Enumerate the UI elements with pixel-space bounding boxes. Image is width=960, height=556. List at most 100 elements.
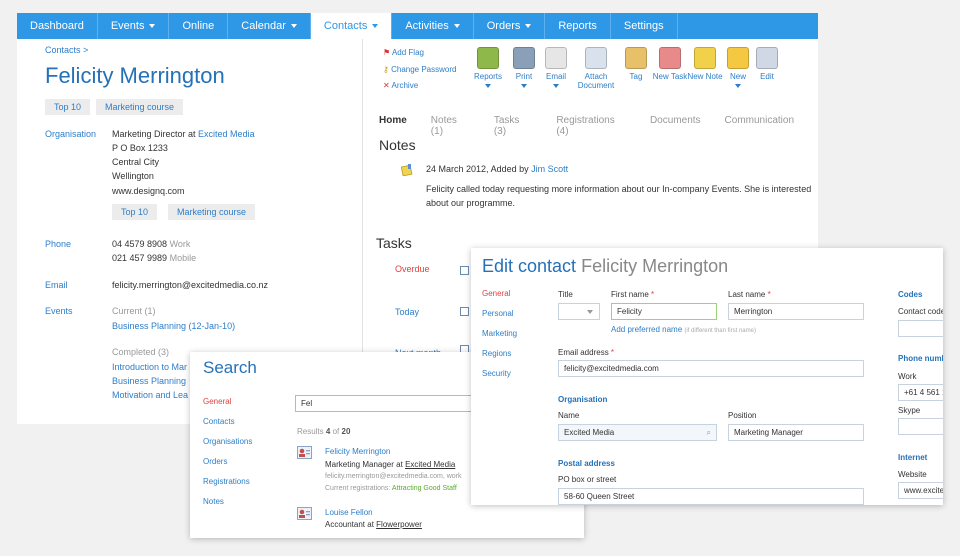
- po-field[interactable]: 58-60 Queen Street: [558, 488, 864, 505]
- search-side-orders[interactable]: Orders: [203, 457, 227, 466]
- search-input[interactable]: Fel: [295, 395, 475, 412]
- org-tag-top10[interactable]: Top 10: [112, 204, 158, 220]
- tab-documents[interactable]: Documents: [650, 115, 701, 137]
- result-name-link[interactable]: Louise Fellon: [325, 508, 373, 517]
- archive-label: Archive: [391, 81, 419, 90]
- task-checkbox[interactable]: [460, 307, 469, 316]
- first-name-label-text: First name: [611, 290, 649, 299]
- edit-side-general[interactable]: General: [482, 289, 510, 298]
- nav-contacts[interactable]: Contacts: [310, 13, 393, 39]
- tag-icon: [625, 47, 647, 69]
- results-of: of: [332, 427, 340, 436]
- first-name-field[interactable]: Felicity: [611, 303, 717, 320]
- organisation-heading: Organisation: [558, 395, 608, 404]
- attach-icon: [585, 47, 607, 69]
- search-side-registrations[interactable]: Registrations: [203, 477, 250, 486]
- result-reg-link[interactable]: Attracting Good Staff: [392, 485, 457, 492]
- edit-side-security[interactable]: Security: [482, 369, 511, 378]
- attach-document-button[interactable]: Attach Document: [577, 47, 615, 90]
- change-password-link[interactable]: ⚷ Change Password: [383, 65, 456, 74]
- reports-icon: [477, 47, 499, 69]
- email-button[interactable]: Email: [537, 47, 575, 90]
- org-link[interactable]: Excited Media: [198, 129, 255, 139]
- new-icon: [727, 47, 749, 69]
- search-side-organisations[interactable]: Organisations: [203, 437, 252, 446]
- nav-settings[interactable]: Settings: [611, 13, 678, 39]
- edit-side-marketing[interactable]: Marketing: [482, 329, 517, 338]
- contact-code-field[interactable]: [898, 320, 943, 337]
- phone-work-type: Work: [169, 239, 191, 249]
- print-icon: [513, 47, 535, 69]
- email-field[interactable]: felicity@excitedmedia.com: [558, 360, 864, 377]
- new-task-button[interactable]: New Task: [651, 47, 689, 81]
- add-preferred-link[interactable]: Add preferred name: [611, 325, 682, 334]
- result-role-text: Marketing Manager at: [325, 460, 403, 469]
- nav-reports[interactable]: Reports: [545, 13, 611, 39]
- toolbar-label: Edit: [760, 72, 774, 81]
- chevron-down-icon: [587, 310, 593, 314]
- results-number: 4: [325, 427, 331, 436]
- event-link[interactable]: Introduction to Mar: [112, 362, 187, 372]
- edit-side-regions[interactable]: Regions: [482, 349, 511, 358]
- nav-label: Reports: [558, 20, 597, 32]
- event-link[interactable]: Business Planning (12-Jan-10): [112, 321, 235, 331]
- website[interactable]: www.designq.com: [112, 186, 185, 196]
- events-completed-heading: Completed (3): [112, 347, 170, 357]
- result-org-link[interactable]: Flowerpower: [376, 520, 422, 529]
- phone-mobile-type: Mobile: [169, 253, 197, 263]
- event-link[interactable]: Business Planning: [112, 376, 186, 386]
- add-preferred-name[interactable]: Add preferred name (if different than fi…: [611, 325, 756, 334]
- work-phone-field[interactable]: +61 4 561 1: [898, 384, 943, 401]
- title-select[interactable]: [558, 303, 600, 320]
- tab-communication[interactable]: Communication: [725, 115, 794, 137]
- result-org-link[interactable]: Excited Media: [405, 460, 455, 469]
- tag-top10[interactable]: Top 10: [45, 99, 91, 115]
- required-marker: *: [651, 290, 655, 299]
- tab-notes[interactable]: Notes (1): [431, 115, 470, 137]
- note-added-by-label: Added by: [490, 164, 529, 174]
- nav-online[interactable]: Online: [169, 13, 229, 39]
- nav-orders[interactable]: Orders: [474, 13, 546, 39]
- result-role: Marketing Manager at Excited Media: [325, 460, 455, 469]
- chevron-down-icon: [485, 83, 491, 88]
- nav-calendar[interactable]: Calendar: [228, 13, 311, 39]
- phone-work-number[interactable]: 04 4579 8908: [112, 239, 167, 249]
- event-link[interactable]: Motivation and Lea: [112, 390, 188, 400]
- archive-link[interactable]: ✕ Archive: [383, 81, 418, 90]
- tab-home[interactable]: Home: [379, 115, 407, 137]
- search-side-notes[interactable]: Notes: [203, 497, 224, 506]
- org-name-field[interactable]: Excited Media ⌕: [558, 424, 717, 441]
- search-side-contacts[interactable]: Contacts: [203, 417, 235, 426]
- toolbar-label: Tag: [629, 72, 643, 81]
- org-tag-marketing-course[interactable]: Marketing course: [168, 204, 256, 220]
- nav-events[interactable]: Events: [98, 13, 170, 39]
- top-nav: Dashboard Events Online Calendar Contacts Act…: [17, 13, 818, 39]
- add-flag-link[interactable]: ⚑ Add Flag: [383, 48, 424, 57]
- tab-registrations[interactable]: Registrations (4): [556, 115, 626, 137]
- nav-label: Online: [182, 20, 215, 32]
- nav-label: Contacts: [323, 20, 368, 32]
- search-side-general[interactable]: General: [203, 397, 231, 406]
- chevron-down-icon: [290, 24, 297, 29]
- website-field[interactable]: www.excite: [898, 482, 943, 499]
- tab-tasks[interactable]: Tasks (3): [494, 115, 533, 137]
- task-checkbox[interactable]: [460, 266, 469, 275]
- reports-button[interactable]: Reports: [469, 47, 507, 90]
- skype-field[interactable]: [898, 418, 943, 435]
- breadcrumb[interactable]: Contacts >: [45, 45, 88, 55]
- note-icon: [400, 163, 413, 177]
- edit-button[interactable]: Edit: [748, 47, 786, 81]
- nav-dashboard[interactable]: Dashboard: [17, 13, 98, 39]
- last-name-field[interactable]: Merrington: [728, 303, 864, 320]
- tag-button[interactable]: Tag: [617, 47, 655, 81]
- tag-marketing-course[interactable]: Marketing course: [96, 99, 184, 115]
- result-email: felicity.merrington@excitedmedia.com, wo…: [325, 473, 462, 480]
- note-author-link[interactable]: Jim Scott: [531, 164, 568, 174]
- email-value[interactable]: felicity.merrington@excitedmedia.co.nz: [112, 280, 268, 290]
- edit-side-personal[interactable]: Personal: [482, 309, 514, 318]
- result-name-link[interactable]: Felicity Merrington: [325, 447, 390, 456]
- nav-activities[interactable]: Activities: [392, 13, 474, 39]
- position-field[interactable]: Marketing Manager: [728, 424, 864, 441]
- chevron-down-icon: [149, 24, 156, 29]
- phone-mobile-number[interactable]: 021 457 9989: [112, 253, 167, 263]
